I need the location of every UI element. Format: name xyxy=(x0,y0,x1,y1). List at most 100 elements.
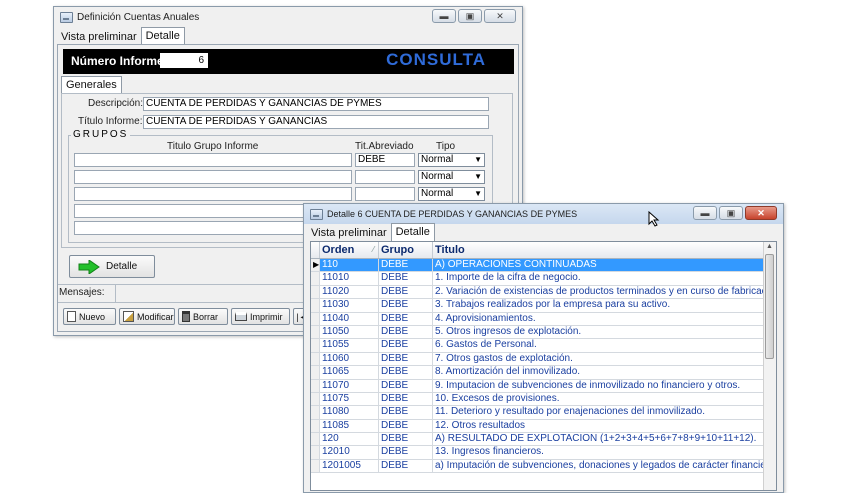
cell-grupo: DEBE xyxy=(379,406,433,419)
minimize-icon[interactable]: ▬ xyxy=(432,9,456,23)
table-row[interactable]: 11020 DEBE 2. Variación de existencias de … xyxy=(311,285,776,300)
cell-titulo: 1. Importe de la cifra de negocio. xyxy=(435,272,581,284)
grupo-titulo-field[interactable] xyxy=(74,187,352,201)
grupo-tipo-select[interactable]: Normal ▼ xyxy=(418,153,485,167)
row-indicator xyxy=(311,299,320,312)
tab-detalle[interactable]: Detalle xyxy=(140,27,185,45)
chevron-down-icon[interactable]: ▼ xyxy=(474,171,482,183)
cell-grupo: DEBE xyxy=(379,352,433,366)
mensajes-label: Mensajes: xyxy=(59,287,105,298)
grupo-tipo-value: Normal xyxy=(421,154,454,165)
cell-titulo: 8. Amortización del inmovilizado. xyxy=(435,366,581,378)
table-row[interactable]: 11075 DEBE 10. Excesos de provisiones. xyxy=(311,392,776,407)
maximize-icon[interactable]: ▣ xyxy=(458,9,482,23)
col-orden-header[interactable]: Orden ⁄ xyxy=(320,242,379,258)
grupo-abrev-field[interactable] xyxy=(355,187,415,201)
grupo-abrev-field[interactable]: DEBE xyxy=(355,153,415,167)
numero-informe-label: Número Informe: xyxy=(71,54,168,68)
modificar-label: Modificar xyxy=(137,311,174,322)
cell-grupo: DEBE xyxy=(379,419,433,433)
table-row[interactable]: 120 DEBE A) RESULTADO DE EXPLOTACION (1+2+… xyxy=(311,433,776,447)
col-grupo-header[interactable]: Grupo xyxy=(379,242,433,258)
tab-vista-preliminar[interactable]: Vista preliminar xyxy=(57,29,141,45)
vertical-scrollbar[interactable]: ▲ xyxy=(763,242,776,490)
col-titulo-header[interactable]: Titulo xyxy=(433,242,765,258)
borrar-button[interactable]: Borrar xyxy=(178,308,228,325)
cell-titulo: 7. Otros gastos de explotación. xyxy=(435,352,573,364)
new-document-icon xyxy=(67,311,76,322)
table-row[interactable]: 11085 DEBE 12. Otros resultados xyxy=(311,419,776,434)
cell-titulo: 11. Deterioro y resultado por enajenacio… xyxy=(435,406,705,418)
maximize-icon[interactable]: ▣ xyxy=(719,206,743,220)
tab-generales[interactable]: Generales xyxy=(61,76,122,94)
row-indicator xyxy=(311,446,320,459)
table-row[interactable]: 11030 DEBE 3. Trabajos realizados por la e… xyxy=(311,299,776,313)
scroll-up-icon[interactable]: ▲ xyxy=(766,243,773,250)
col-tipo: Tipo xyxy=(436,141,456,152)
detalle-grid: Orden ⁄ Grupo Titulo ▶ 110 DEBE A) OPERACIO… xyxy=(310,241,777,491)
row-indicator xyxy=(311,312,320,325)
numero-informe-field[interactable]: 6 xyxy=(160,53,208,68)
cell-grupo: DEBE xyxy=(379,366,433,379)
cell-titulo: A) RESULTADO DE EXPLOTACION (1+2+3+4+5+6… xyxy=(435,433,757,445)
table-row[interactable]: 11065 DEBE 8. Amortización del inmovilizad… xyxy=(311,366,776,380)
minimize-icon[interactable]: ▬ xyxy=(693,206,717,220)
cell-titulo: 2. Variación de existencias de productos… xyxy=(435,285,765,297)
modificar-button[interactable]: Modificar xyxy=(119,308,175,325)
titulo-informe-field[interactable]: CUENTA DE PERDIDAS Y GANANCIAS xyxy=(143,115,489,129)
table-row[interactable]: 1201005 DEBE a) Imputación de subvenciones… xyxy=(311,459,776,474)
grupo-abrev-field[interactable] xyxy=(355,170,415,184)
scroll-thumb[interactable] xyxy=(765,254,774,359)
detalle-button[interactable]: Detalle xyxy=(69,255,155,278)
cell-grupo: DEBE xyxy=(379,259,433,272)
cell-titulo: 6. Gastos de Personal. xyxy=(435,339,537,351)
cell-orden: 11080 xyxy=(320,406,379,419)
printer-icon xyxy=(235,312,247,321)
table-row[interactable]: 11070 DEBE 9. Imputacion de subvenciones d… xyxy=(311,379,776,393)
header-strip: Número Informe: 6 CONSULTA xyxy=(63,49,514,74)
row-indicator-header xyxy=(311,242,320,258)
table-row[interactable]: 11040 DEBE 4. Aprovisionamientos. xyxy=(311,312,776,326)
col-titulo-label: Titulo xyxy=(435,244,465,256)
grupo-titulo-field[interactable] xyxy=(74,170,352,184)
mouse-cursor-icon xyxy=(648,211,660,227)
cell-grupo: DEBE xyxy=(379,433,433,446)
nuevo-button[interactable]: Nuevo xyxy=(63,308,116,325)
grupo-tipo-select[interactable]: Normal ▼ xyxy=(418,170,485,184)
grupo-tipo-select[interactable]: Normal ▼ xyxy=(418,187,485,201)
table-row[interactable]: 11055 DEBE 6. Gastos de Personal. xyxy=(311,339,776,353)
close-icon[interactable]: ✕ xyxy=(484,9,516,23)
view-tabs: Vista preliminar Detalle xyxy=(307,223,435,241)
table-row[interactable]: ▶ 110 DEBE A) OPERACIONES CONTINUADAS xyxy=(311,259,776,273)
chevron-down-icon[interactable]: ▼ xyxy=(474,188,482,200)
title-bar[interactable]: Detalle 6 CUENTA DE PERDIDAS Y GANANCIAS… xyxy=(304,204,783,227)
cell-titulo: a) Imputación de subvenciones, donacione… xyxy=(435,459,765,471)
nuevo-label: Nuevo xyxy=(79,311,106,322)
table-row[interactable]: 12010 DEBE 13. Ingresos financieros. xyxy=(311,446,776,460)
row-indicator xyxy=(311,406,320,419)
cell-titulo: 9. Imputacion de subvenciones de inmovil… xyxy=(435,379,741,391)
table-row[interactable]: 11050 DEBE 5. Otros ingresos de explotació… xyxy=(311,325,776,340)
row-indicator xyxy=(311,433,320,446)
row-indicator xyxy=(311,392,320,406)
title-bar[interactable]: Definición Cuentas Anuales ▬ ▣ ✕ xyxy=(54,7,522,27)
table-row[interactable]: 11010 DEBE 1. Importe de la cifra de negoc… xyxy=(311,272,776,286)
descripcion-field[interactable]: CUENTA DE PERDIDAS Y GANANCIAS DE PYMES xyxy=(143,97,489,111)
cell-titulo: 12. Otros resultados xyxy=(435,419,526,431)
cell-grupo: DEBE xyxy=(379,285,433,299)
grupo-titulo-field[interactable] xyxy=(74,153,352,167)
grid-body: ▶ 110 DEBE A) OPERACIONES CONTINUADAS 11010 D… xyxy=(311,259,776,474)
tab-vista-preliminar[interactable]: Vista preliminar xyxy=(307,225,391,241)
col-titulo-grupo: Titulo Grupo Informe xyxy=(167,141,259,152)
row-indicator xyxy=(311,325,320,339)
table-row[interactable]: 11060 DEBE 7. Otros gastos de explotación. xyxy=(311,352,776,367)
row-indicator xyxy=(311,366,320,379)
cell-orden: 120 xyxy=(320,433,379,446)
close-icon[interactable]: ✕ xyxy=(745,206,777,220)
tab-detalle[interactable]: Detalle xyxy=(390,223,435,241)
table-row[interactable]: 11080 DEBE 11. Deterioro y resultado por e… xyxy=(311,406,776,420)
imprimir-button[interactable]: Imprimir xyxy=(231,308,290,325)
app-icon xyxy=(60,11,73,23)
mode-label: CONSULTA xyxy=(386,50,486,69)
chevron-down-icon[interactable]: ▼ xyxy=(474,154,482,166)
